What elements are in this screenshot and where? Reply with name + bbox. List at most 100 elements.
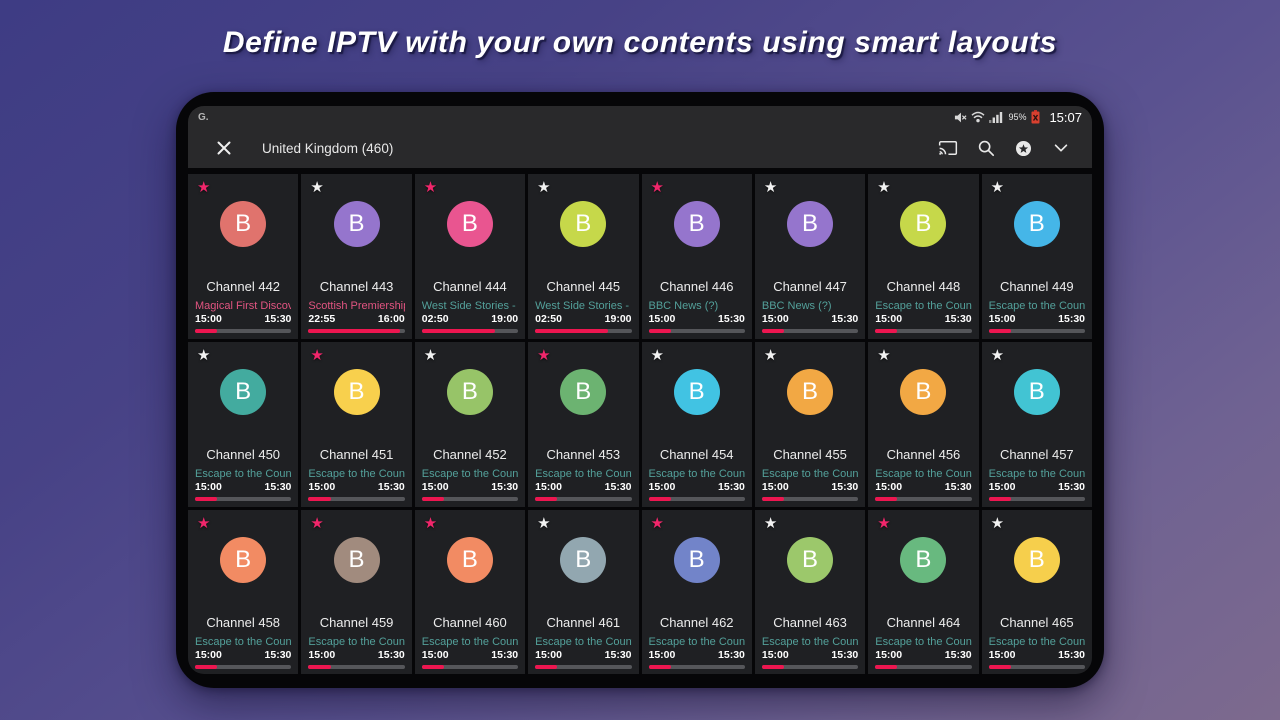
- program-title: Escape to the Country (?): [649, 468, 745, 480]
- favorite-star-icon[interactable]: ★: [424, 516, 437, 531]
- favorite-star-icon[interactable]: ★: [424, 348, 437, 363]
- program-title: Magical First Discoverie…: [195, 300, 291, 312]
- progress-bar: [308, 497, 404, 501]
- channel-card[interactable]: ★ B Channel 462 Escape to the Country (?…: [642, 510, 752, 674]
- favorite-star-icon[interactable]: ★: [764, 348, 777, 363]
- channel-card[interactable]: ★ B Channel 463 Escape to the Country (?…: [755, 510, 865, 674]
- channel-logo: B: [334, 369, 380, 415]
- channel-card[interactable]: ★ B Channel 460 Escape to the Country (?…: [415, 510, 525, 674]
- channel-card[interactable]: ★ B Channel 455 Escape to the Country (?…: [755, 342, 865, 507]
- progress-fill: [195, 497, 217, 501]
- favorite-star-icon[interactable]: ★: [877, 348, 890, 363]
- program-start-time: 15:00: [308, 481, 335, 493]
- battery-percent: 95%: [1008, 112, 1026, 122]
- favorites-icon[interactable]: [1014, 139, 1033, 158]
- progress-fill: [422, 329, 495, 333]
- favorite-star-icon[interactable]: ★: [197, 516, 210, 531]
- channel-card[interactable]: ★ B Channel 459 Escape to the Country (?…: [301, 510, 411, 674]
- favorite-star-icon[interactable]: ★: [537, 348, 550, 363]
- favorite-star-icon[interactable]: ★: [424, 180, 437, 195]
- favorite-star-icon[interactable]: ★: [877, 516, 890, 531]
- channel-name: Channel 448: [868, 279, 978, 294]
- channel-name: Channel 453: [528, 447, 638, 462]
- program-times: 15:00 15:30: [649, 481, 745, 493]
- progress-fill: [989, 497, 1011, 501]
- program-times: 22:55 16:00: [308, 313, 404, 325]
- favorite-star-icon[interactable]: ★: [764, 516, 777, 531]
- favorite-star-icon[interactable]: ★: [991, 516, 1004, 531]
- channel-card[interactable]: ★ B Channel 464 Escape to the Country (?…: [868, 510, 978, 674]
- channel-logo-letter: B: [462, 378, 478, 406]
- channel-logo: B: [560, 201, 606, 247]
- channel-logo: B: [787, 369, 833, 415]
- channel-card[interactable]: ★ B Channel 443 Scottish Premiership Fo……: [301, 174, 411, 339]
- channel-name: Channel 443: [301, 279, 411, 294]
- channel-card[interactable]: ★ B Channel 454 Escape to the Country (?…: [642, 342, 752, 507]
- battery-icon: [1031, 110, 1040, 124]
- channel-card[interactable]: ★ B Channel 453 Escape to the Country (?…: [528, 342, 638, 507]
- program-times: 02:50 19:00: [422, 313, 518, 325]
- program-end-time: 16:00: [378, 313, 405, 325]
- favorite-star-icon[interactable]: ★: [877, 180, 890, 195]
- channel-name: Channel 447: [755, 279, 865, 294]
- progress-fill: [308, 329, 400, 333]
- favorite-star-icon[interactable]: ★: [537, 516, 550, 531]
- channel-logo-letter: B: [235, 546, 251, 574]
- search-icon[interactable]: [977, 139, 995, 157]
- channel-card[interactable]: ★ B Channel 461 Escape to the Country (?…: [528, 510, 638, 674]
- channel-card[interactable]: ★ B Channel 465 Escape to the Country (?…: [982, 510, 1092, 674]
- favorite-star-icon[interactable]: ★: [310, 348, 323, 363]
- program-end-time: 15:30: [718, 649, 745, 661]
- channel-card[interactable]: ★ B Channel 456 Escape to the Country (?…: [868, 342, 978, 507]
- channel-card[interactable]: ★ B Channel 444 West Side Stories - The …: [415, 174, 525, 339]
- favorite-star-icon[interactable]: ★: [537, 180, 550, 195]
- channel-logo: B: [447, 369, 493, 415]
- favorite-star-icon[interactable]: ★: [310, 180, 323, 195]
- cast-icon[interactable]: [938, 139, 958, 157]
- channel-logo-letter: B: [915, 546, 931, 574]
- channel-logo-letter: B: [349, 210, 365, 238]
- channel-name: Channel 445: [528, 279, 638, 294]
- channel-card[interactable]: ★ B Channel 458 Escape to the Country (?…: [188, 510, 298, 674]
- program-start-time: 15:00: [195, 313, 222, 325]
- channel-card[interactable]: ★ B Channel 445 West Side Stories - The …: [528, 174, 638, 339]
- favorite-star-icon[interactable]: ★: [991, 180, 1004, 195]
- favorite-star-icon[interactable]: ★: [991, 348, 1004, 363]
- progress-bar: [195, 497, 291, 501]
- channel-card[interactable]: ★ B Channel 449 Escape to the Country (?…: [982, 174, 1092, 339]
- program-start-time: 15:00: [422, 481, 449, 493]
- favorite-star-icon[interactable]: ★: [651, 348, 664, 363]
- program-start-time: 15:00: [308, 649, 335, 661]
- progress-bar: [535, 329, 631, 333]
- favorite-star-icon[interactable]: ★: [651, 180, 664, 195]
- progress-bar: [649, 497, 745, 501]
- favorite-star-icon[interactable]: ★: [310, 516, 323, 531]
- channel-card[interactable]: ★ B Channel 442 Magical First Discoverie…: [188, 174, 298, 339]
- channel-card[interactable]: ★ B Channel 452 Escape to the Country (?…: [415, 342, 525, 507]
- favorite-star-icon[interactable]: ★: [764, 180, 777, 195]
- progress-bar: [649, 665, 745, 669]
- channel-name: Channel 464: [868, 615, 978, 630]
- program-times: 15:00 15:30: [308, 481, 404, 493]
- program-start-time: 15:00: [535, 481, 562, 493]
- channel-card[interactable]: ★ B Channel 457 Escape to the Country (?…: [982, 342, 1092, 507]
- favorite-star-icon[interactable]: ★: [651, 516, 664, 531]
- channel-card[interactable]: ★ B Channel 447 BBC News (?) 15:00 15:30: [755, 174, 865, 339]
- channel-card[interactable]: ★ B Channel 450 Escape to the Country (?…: [188, 342, 298, 507]
- collapse-icon[interactable]: [1052, 139, 1070, 157]
- program-end-time: 15:30: [718, 313, 745, 325]
- program-title: Escape to the Country (?): [875, 300, 971, 312]
- channel-logo-letter: B: [802, 546, 818, 574]
- program-end-time: 15:30: [1058, 481, 1085, 493]
- program-title: West Side Stories - The …: [422, 300, 518, 312]
- progress-bar: [422, 497, 518, 501]
- channel-card[interactable]: ★ B Channel 451 Escape to the Country (?…: [301, 342, 411, 507]
- channel-card[interactable]: ★ B Channel 448 Escape to the Country (?…: [868, 174, 978, 339]
- favorite-star-icon[interactable]: ★: [197, 348, 210, 363]
- channel-logo: B: [787, 537, 833, 583]
- promo-background: Define IPTV with your own contents using…: [0, 0, 1280, 720]
- close-icon[interactable]: [216, 140, 232, 156]
- favorite-star-icon[interactable]: ★: [197, 180, 210, 195]
- channel-card[interactable]: ★ B Channel 446 BBC News (?) 15:00 15:30: [642, 174, 752, 339]
- program-start-time: 15:00: [989, 313, 1016, 325]
